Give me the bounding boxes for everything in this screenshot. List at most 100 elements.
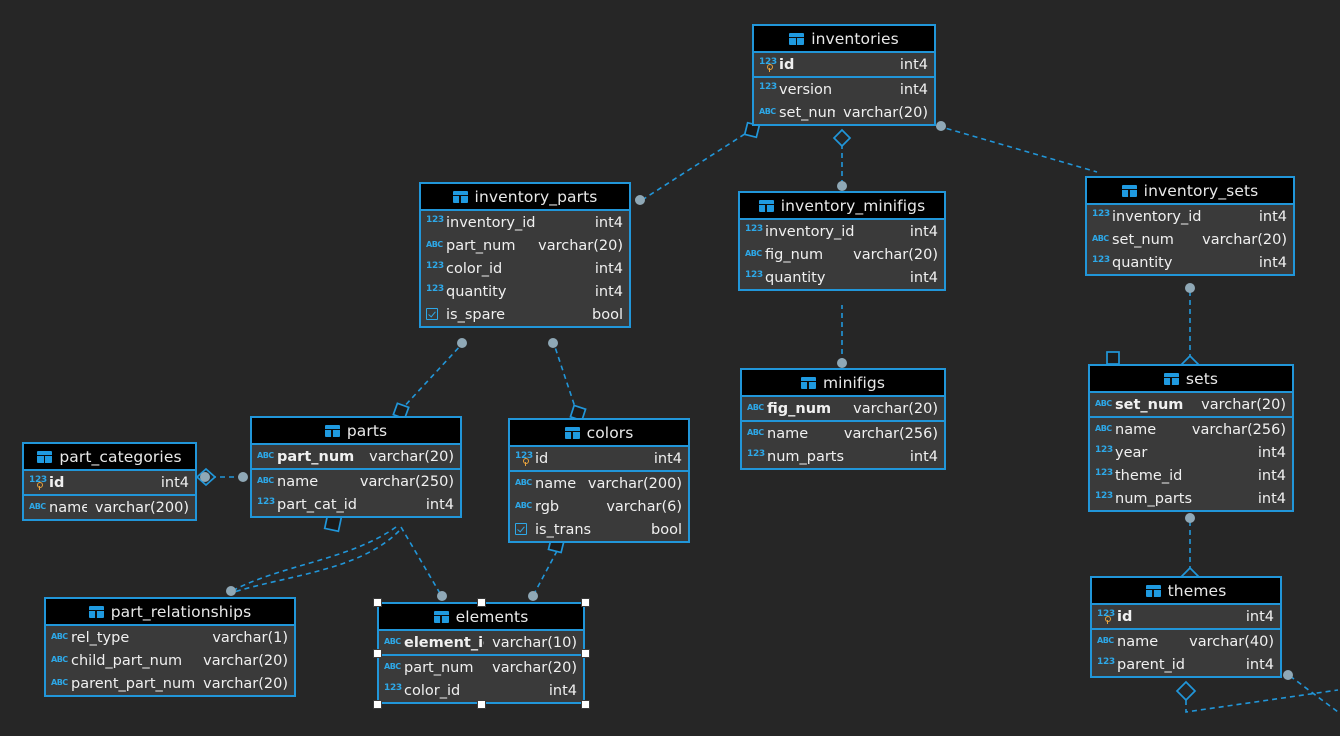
field-row[interactable]: ABCpart_numvarchar(20) — [421, 234, 629, 257]
table-part_relationships[interactable]: part_relationshipsABCrel_typevarchar(1)A… — [44, 597, 296, 697]
table-themes[interactable]: themes123idint4ABCnamevarchar(40)123pare… — [1090, 576, 1282, 678]
table-header[interactable]: parts — [252, 418, 460, 445]
field-row[interactable]: 123quantityint4 — [1087, 251, 1293, 274]
edge-colors-elements — [534, 551, 557, 594]
primary-key-section: 123idint4 — [1092, 605, 1280, 630]
field-row[interactable]: ABCchild_part_numvarchar(20) — [46, 649, 294, 672]
field-row[interactable]: ABCnamevarchar(256) — [742, 422, 944, 445]
number-type-icon: 123 — [257, 496, 274, 513]
table-name: colors — [587, 424, 634, 442]
table-minifigs[interactable]: minifigsABCfig_numvarchar(20)ABCnamevarc… — [740, 368, 946, 470]
field-type: varchar(40) — [1181, 634, 1274, 650]
table-parts[interactable]: partsABCpart_numvarchar(20)ABCnamevarcha… — [250, 416, 462, 518]
table-header[interactable]: part_relationships — [46, 599, 294, 626]
field-row[interactable]: ABCset_numvarchar(20) — [1090, 393, 1292, 416]
field-type: varchar(20) — [1194, 232, 1287, 248]
table-header[interactable]: themes — [1092, 578, 1280, 605]
field-row[interactable]: 123num_partsint4 — [1090, 487, 1292, 510]
number-type-icon: 123 — [1095, 467, 1112, 484]
table-header[interactable]: sets — [1090, 366, 1292, 393]
field-row[interactable]: 123quantityint4 — [421, 280, 629, 303]
table-part_categories[interactable]: part_categories123idint4ABCnamevarchar(2… — [22, 442, 197, 521]
field-type: varchar(20) — [845, 247, 938, 263]
field-row[interactable]: ABCpart_numvarchar(20) — [252, 445, 460, 468]
er-diagram-canvas[interactable]: inventories123idint4123versionint4ABCset… — [0, 0, 1340, 736]
table-header[interactable]: minifigs — [742, 370, 944, 397]
table-inventory_minifigs[interactable]: inventory_minifigs123inventory_idint4ABC… — [738, 191, 946, 291]
selection-handle[interactable] — [581, 598, 590, 607]
field-row[interactable]: 123theme_idint4 — [1090, 464, 1292, 487]
field-row[interactable]: ABCnamevarchar(200) — [24, 496, 195, 519]
selection-handle[interactable] — [477, 700, 486, 709]
table-header[interactable]: inventories — [754, 26, 934, 53]
selection-handle[interactable] — [581, 700, 590, 709]
table-inventory_sets[interactable]: inventory_sets123inventory_idint4ABCset_… — [1085, 176, 1295, 276]
table-elements[interactable]: elementsABCelement_idvarchar(10)ABCpart_… — [377, 602, 585, 704]
table-inventories[interactable]: inventories123idint4123versionint4ABCset… — [752, 24, 936, 126]
field-row[interactable]: ABCrgbvarchar(6) — [510, 495, 688, 518]
field-row[interactable]: ABCset_numvarchar(20) — [1087, 228, 1293, 251]
field-row[interactable]: 123idint4 — [24, 471, 195, 494]
field-row[interactable]: 123parent_idint4 — [1092, 653, 1280, 676]
selection-handle[interactable] — [373, 598, 382, 607]
field-row[interactable]: 123quantityint4 — [740, 266, 944, 289]
field-row[interactable]: 123inventory_idint4 — [740, 220, 944, 243]
text-type-icon: ABC — [51, 652, 68, 669]
field-row[interactable]: ABCnamevarchar(256) — [1090, 418, 1292, 441]
field-row[interactable]: 123num_partsint4 — [742, 445, 944, 468]
selection-handle[interactable] — [373, 649, 382, 658]
field-name: inventory_id — [765, 224, 902, 240]
field-row[interactable]: 123versionint4 — [754, 78, 934, 101]
number-type-icon: 123 — [745, 269, 762, 286]
table-header[interactable]: inventory_minifigs — [740, 193, 944, 220]
text-type-icon: ABC — [745, 246, 762, 263]
field-row[interactable]: 123inventory_idint4 — [1087, 205, 1293, 228]
fields-section: 123inventory_idint4ABCset_numvarchar(20)… — [1087, 205, 1293, 274]
field-name: theme_id — [1115, 468, 1250, 484]
field-row[interactable]: is_transbool — [510, 518, 688, 541]
table-header[interactable]: inventory_sets — [1087, 178, 1293, 205]
field-row[interactable]: 123color_idint4 — [421, 257, 629, 280]
field-row[interactable]: ABCfig_numvarchar(20) — [742, 397, 944, 420]
field-row[interactable]: ABCnamevarchar(200) — [510, 472, 688, 495]
field-type: int4 — [587, 215, 623, 231]
field-row[interactable]: 123idint4 — [754, 53, 934, 76]
table-colors[interactable]: colors 123idint4ABCnamevarchar(200)ABCrgb… — [508, 418, 690, 543]
field-row[interactable]: 123inventory_idint4 — [421, 211, 629, 234]
table-sets[interactable]: setsABCset_numvarchar(20)ABCnamevarchar(… — [1088, 364, 1294, 512]
fields-section: ABCnamevarchar(256)123yearint4123theme_i… — [1090, 418, 1292, 510]
field-row[interactable]: 123part_cat_idint4 — [252, 493, 460, 516]
selection-handle[interactable] — [477, 598, 486, 607]
field-type: varchar(20) — [195, 653, 288, 669]
table-inventory_parts[interactable]: inventory_parts123inventory_idint4ABCpar… — [419, 182, 631, 328]
table-header[interactable]: inventory_parts — [421, 184, 629, 211]
field-type: varchar(256) — [1184, 422, 1286, 438]
field-row[interactable]: 123idint4 — [510, 447, 688, 470]
field-row[interactable]: ABCrel_typevarchar(1) — [46, 626, 294, 649]
field-type: int4 — [1238, 657, 1274, 673]
field-type: int4 — [587, 284, 623, 300]
field-row[interactable]: ABCfig_numvarchar(20) — [740, 243, 944, 266]
field-name: quantity — [765, 270, 902, 286]
field-row[interactable]: is_sparebool — [421, 303, 629, 326]
field-row[interactable]: ABCset_numvarchar(20) — [754, 101, 934, 124]
table-header[interactable]: colors — [510, 420, 688, 447]
table-header[interactable]: part_categories — [24, 444, 195, 471]
field-row[interactable]: ABCnamevarchar(40) — [1092, 630, 1280, 653]
selection-handle[interactable] — [373, 700, 382, 709]
boolean-checkbox-icon — [515, 521, 532, 538]
selection-handle[interactable] — [581, 649, 590, 658]
table-header[interactable]: elements — [379, 604, 583, 631]
edge-parts-inventory_parts — [400, 344, 462, 411]
field-row[interactable]: ABCparent_part_numvarchar(20) — [46, 672, 294, 695]
edge-parts-part_relationships-2 — [234, 531, 399, 592]
number-type-icon: 123 — [426, 283, 443, 300]
field-row[interactable]: 123idint4 — [1092, 605, 1280, 628]
field-type: bool — [643, 522, 682, 538]
field-name: color_id — [404, 683, 541, 699]
field-name: name — [767, 426, 836, 442]
field-row[interactable]: ABCnamevarchar(250) — [252, 470, 460, 493]
field-row[interactable]: 123yearint4 — [1090, 441, 1292, 464]
field-row[interactable]: ABCpart_numvarchar(20) — [379, 656, 583, 679]
field-row[interactable]: ABCelement_idvarchar(10) — [379, 631, 583, 654]
